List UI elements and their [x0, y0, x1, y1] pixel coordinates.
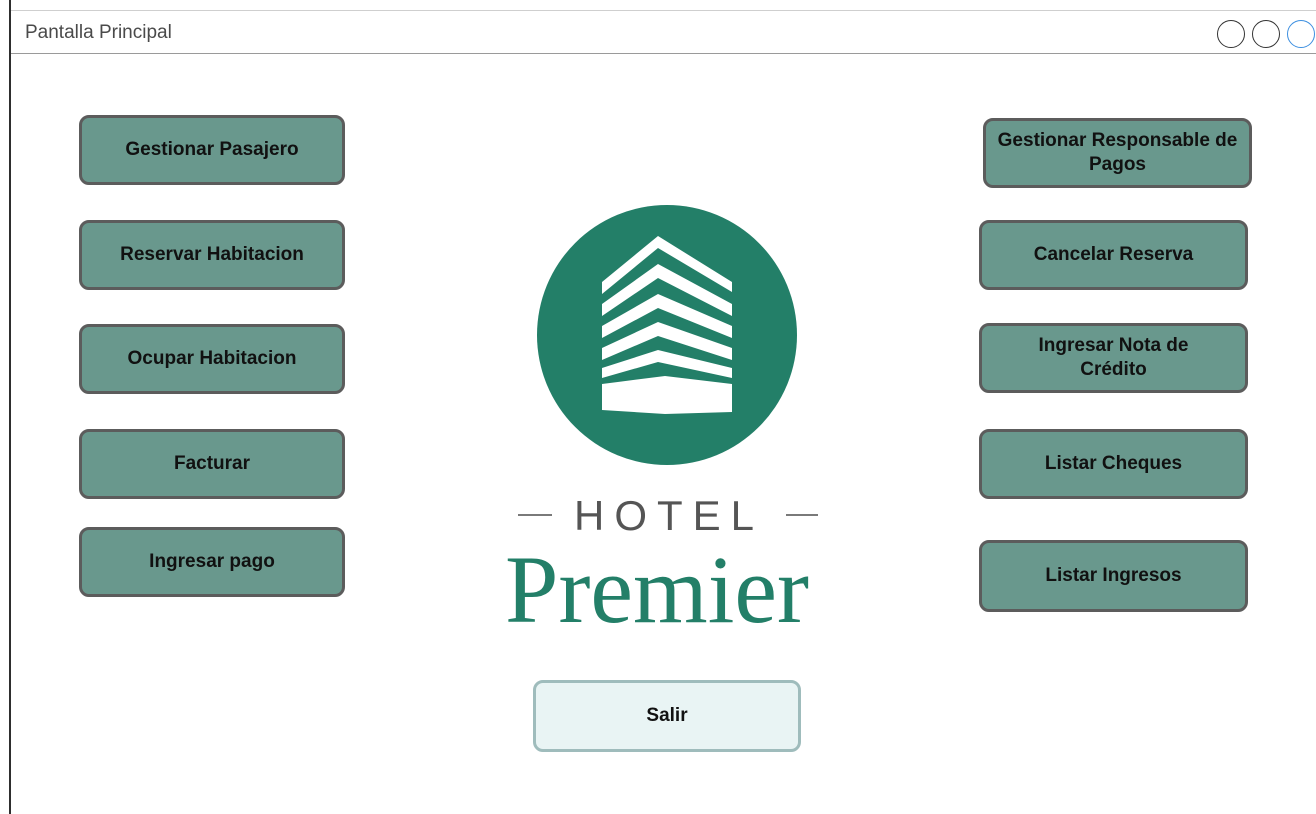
listar-cheques-label: Listar Cheques	[1044, 453, 1183, 474]
cancelar-reserva-label: Cancelar Reserva	[1033, 244, 1194, 265]
logo-hotel-text: HOTEL	[574, 492, 764, 539]
reservar-habitacion-button[interactable]: Reservar Habitacion	[79, 220, 345, 290]
facturar-label: Facturar	[173, 453, 251, 474]
gestionar-responsable-de-pagos-button[interactable]: Gestionar Responsable de Pagos	[983, 118, 1252, 188]
ocupar-habitacion-button[interactable]: Ocupar Habitacion	[79, 324, 345, 394]
ingresar-pago-button[interactable]: Ingresar pago	[79, 527, 345, 597]
minimize-circle-icon[interactable]	[1217, 20, 1245, 48]
title-bar: Pantalla Principal	[11, 10, 1316, 54]
window-title: Pantalla Principal	[25, 22, 172, 43]
salir-label: Salir	[646, 705, 688, 726]
gestionar-pasajero-button[interactable]: Gestionar Pasajero	[79, 115, 345, 185]
ingresar-nota-de-credito-button[interactable]: Ingresar Nota de Crédito	[979, 323, 1248, 393]
cancelar-reserva-button[interactable]: Cancelar Reserva	[979, 220, 1248, 290]
listar-ingresos-button[interactable]: Listar Ingresos	[979, 540, 1248, 612]
logo-premier-text: Premier	[505, 536, 809, 640]
facturar-button[interactable]: Facturar	[79, 429, 345, 499]
gestionar-responsable-de-pagos-label: Gestionar Responsable de Pagos	[997, 130, 1238, 175]
hotel-premier-logo: HOTEL Premier	[480, 200, 860, 643]
close-circle-icon[interactable]	[1287, 20, 1315, 48]
ingresar-pago-label: Ingresar pago	[149, 551, 275, 572]
salir-button[interactable]: Salir	[533, 680, 801, 752]
gestionar-pasajero-label: Gestionar Pasajero	[125, 139, 299, 160]
maximize-circle-icon[interactable]	[1252, 20, 1280, 48]
ingresar-nota-de-credito-label: Ingresar Nota de Crédito	[1038, 335, 1189, 380]
reservar-habitacion-label: Reservar Habitacion	[120, 244, 304, 265]
listar-ingresos-label: Listar Ingresos	[1045, 565, 1182, 586]
ocupar-habitacion-label: Ocupar Habitacion	[127, 348, 297, 369]
listar-cheques-button[interactable]: Listar Cheques	[979, 429, 1248, 499]
